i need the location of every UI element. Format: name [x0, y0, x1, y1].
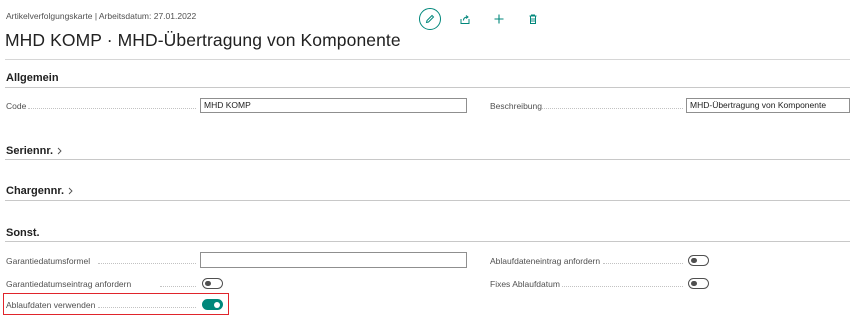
plus-icon	[494, 14, 504, 24]
ablaufdateneintrag-label: Ablaufdateneintrag anfordern	[490, 256, 601, 266]
ablaufdaten-verwenden-label: Ablaufdaten verwenden	[6, 300, 96, 310]
chevron-right-icon	[68, 187, 73, 195]
code-leader	[28, 108, 196, 109]
ablaufdateneintrag-leader	[603, 263, 683, 264]
ablaufdateneintrag-toggle[interactable]	[688, 255, 709, 266]
garantiedatumsformel-field[interactable]	[200, 252, 467, 268]
beschreibung-label: Beschreibung	[490, 101, 542, 111]
garantiedatumsformel-label: Garantiedatumsformel	[6, 256, 91, 266]
section-chargennr-divider	[5, 200, 850, 201]
delete-button[interactable]	[523, 9, 543, 29]
beschreibung-field[interactable]: MHD-Übertragung von Komponente	[686, 98, 850, 113]
garantiedatumseintrag-leader	[160, 286, 196, 287]
section-allgemein-header[interactable]: Allgemein	[6, 72, 59, 84]
edit-icon	[425, 14, 435, 24]
trash-icon	[529, 14, 537, 24]
edit-button[interactable]	[419, 8, 441, 30]
chevron-right-icon	[57, 147, 62, 155]
section-chargennr-title: Chargennr.	[6, 185, 65, 197]
section-sonst-header[interactable]: Sonst.	[6, 227, 40, 239]
section-sonst-divider	[5, 241, 850, 242]
section-allgemein-title: Allgemein	[6, 72, 59, 84]
beschreibung-leader	[542, 108, 683, 109]
fixes-ablaufdatum-leader	[562, 286, 683, 287]
fixes-ablaufdatum-toggle[interactable]	[688, 278, 709, 289]
action-toolbar	[419, 8, 543, 30]
toggle-knob	[691, 257, 697, 263]
new-button[interactable]	[489, 9, 509, 29]
header-divider	[5, 59, 850, 60]
section-sonst-title: Sonst.	[6, 227, 40, 239]
toggle-knob	[205, 280, 211, 286]
section-seriennr-divider	[5, 159, 850, 160]
toggle-knob	[691, 280, 697, 286]
ablaufdaten-verwenden-toggle[interactable]	[202, 299, 223, 310]
toggle-knob	[214, 301, 220, 308]
share-icon	[460, 15, 470, 24]
garantiedatumsformel-leader	[98, 263, 196, 264]
code-label: Code	[6, 101, 27, 111]
garantiedatumseintrag-label: Garantiedatumseintrag anfordern	[6, 279, 132, 289]
breadcrumb: Artikelverfolgungskarte | Arbeitsdatum: …	[6, 11, 197, 21]
section-seriennr-header[interactable]: Seriennr.	[6, 145, 63, 157]
garantiedatumseintrag-toggle[interactable]	[202, 278, 223, 289]
page-title: MHD KOMP · MHD-Übertragung von Komponent…	[5, 30, 401, 50]
section-chargennr-header[interactable]: Chargennr.	[6, 185, 74, 197]
section-allgemein-divider	[5, 87, 850, 88]
fixes-ablaufdatum-label: Fixes Ablaufdatum	[490, 279, 560, 289]
share-button[interactable]	[455, 9, 475, 29]
section-seriennr-title: Seriennr.	[6, 145, 54, 157]
code-field[interactable]: MHD KOMP	[200, 98, 467, 113]
ablaufdaten-verwenden-leader	[98, 307, 196, 308]
